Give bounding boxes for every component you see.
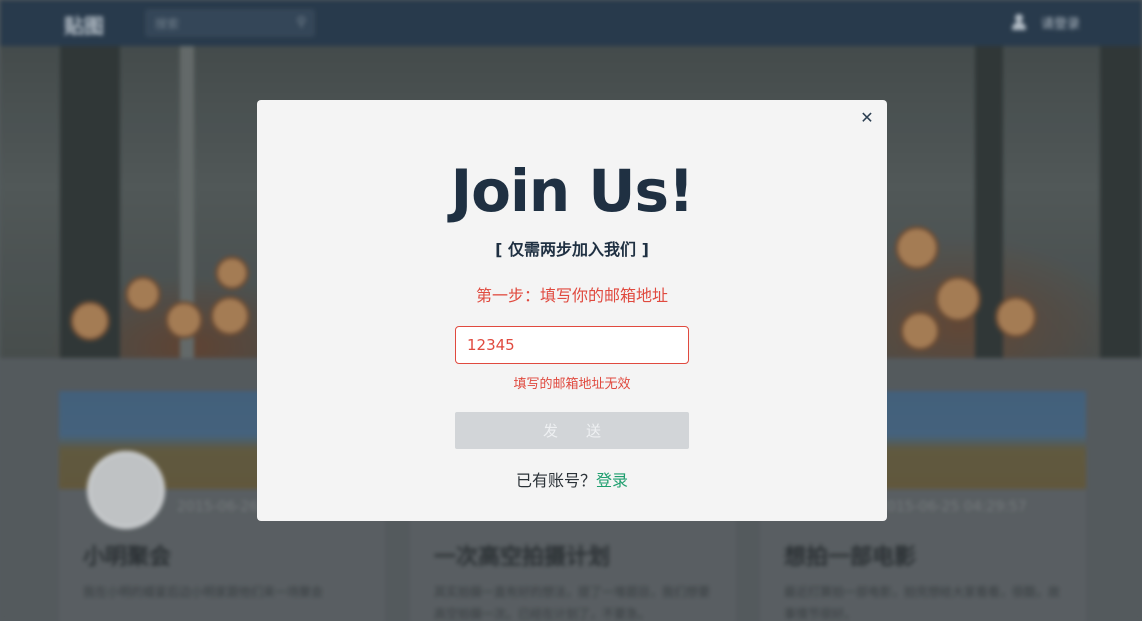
- step-label: 第一步：填写你的邮箱地址: [475, 286, 668, 305]
- email-error-message: 填写的邮箱地址无效: [513, 377, 631, 392]
- login-link[interactable]: 登录: [596, 471, 628, 490]
- send-button[interactable]: 发送: [455, 412, 689, 449]
- email-field[interactable]: [455, 326, 689, 364]
- close-icon[interactable]: ✕: [857, 108, 877, 128]
- signup-modal: ✕ Join Us! [ 仅需两步加入我们 ] 第一步：填写你的邮箱地址 填写的…: [257, 100, 887, 521]
- modal-title: Join Us!: [450, 157, 695, 225]
- modal-subtitle: [ 仅需两步加入我们 ]: [495, 240, 649, 259]
- account-prompt: 已有账号？: [515, 471, 596, 490]
- account-prompt-line: 已有账号？登录: [257, 467, 887, 491]
